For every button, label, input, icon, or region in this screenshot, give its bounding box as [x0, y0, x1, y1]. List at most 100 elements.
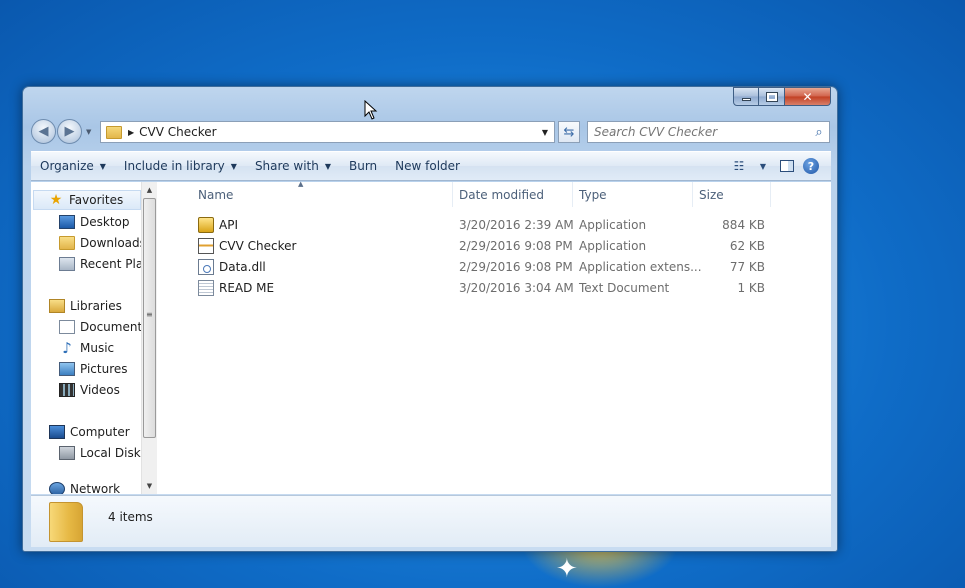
- nav-videos[interactable]: Videos: [59, 380, 120, 400]
- nav-computer[interactable]: Computer: [49, 422, 130, 442]
- nav-music[interactable]: ♪ Music: [59, 338, 114, 358]
- item-count: 4 items: [108, 510, 153, 524]
- nav-pictures-label: Pictures: [80, 362, 128, 376]
- nav-recent-places[interactable]: Recent Plac: [59, 254, 149, 274]
- local-disk-icon: [59, 446, 75, 460]
- minimize-icon: [741, 98, 751, 101]
- close-button[interactable]: ✕: [785, 87, 831, 106]
- share-with-button[interactable]: Share with ▼: [246, 154, 340, 178]
- view-options-dropdown[interactable]: ▼: [751, 155, 775, 177]
- file-name-cell: Data.dll: [198, 256, 266, 277]
- scrollbar-grip-icon: ≡: [146, 310, 153, 319]
- api-icon: [198, 216, 214, 233]
- nav-favorites-label: Favorites: [69, 193, 124, 207]
- navigation-pane-scrollbar[interactable]: ▲ ≡ ▼: [141, 182, 157, 494]
- maximize-icon: [765, 91, 778, 102]
- nav-downloads[interactable]: Downloads: [59, 233, 146, 253]
- share-with-label: Share with: [254, 159, 319, 173]
- computer-icon: [49, 425, 65, 439]
- file-name-cell: API: [198, 214, 238, 235]
- organize-label: Organize: [40, 159, 94, 173]
- nav-documents[interactable]: Documents: [59, 317, 148, 337]
- nav-local-disk[interactable]: Local Disk (: [59, 443, 149, 463]
- search-box[interactable]: ⌕: [587, 121, 830, 143]
- dll-icon: [198, 258, 214, 275]
- table-row[interactable]: API 3/20/2016 2:39 AM Application 884 KB: [158, 214, 765, 235]
- file-type: Application: [579, 238, 647, 253]
- minimize-button[interactable]: [733, 87, 759, 106]
- chevron-down-icon: ▼: [324, 161, 331, 171]
- file-size: 62 KB: [729, 238, 765, 253]
- table-row[interactable]: Data.dll 2/29/2016 9:08 PM Application e…: [158, 256, 765, 277]
- maximize-button[interactable]: [759, 87, 785, 106]
- details-pane: 4 items: [31, 495, 831, 547]
- preview-pane-button[interactable]: [775, 155, 799, 177]
- recent-pages-dropdown[interactable]: ▼: [86, 128, 91, 136]
- file-type: Application: [579, 217, 647, 232]
- nav-local-disk-label: Local Disk (: [80, 446, 149, 460]
- address-bar[interactable]: ▶ CVV Checker ▼: [100, 121, 555, 143]
- nav-pictures[interactable]: Pictures: [59, 359, 128, 379]
- star-icon: ★: [49, 192, 63, 208]
- nav-network[interactable]: Network: [49, 482, 120, 494]
- nav-libraries[interactable]: Libraries: [49, 296, 122, 316]
- search-input[interactable]: [588, 125, 809, 139]
- explorer-window: ✕ ◀ ▶ ▼ ▶ CVV Checker ▼ ⇆ ⌕ Organize ▼ In…: [22, 86, 838, 552]
- scroll-down-icon[interactable]: ▼: [142, 482, 157, 490]
- text-document-icon: [198, 279, 214, 296]
- back-arrow-icon: ◀: [38, 124, 49, 139]
- nav-music-label: Music: [80, 341, 115, 355]
- column-header-size[interactable]: Size: [693, 182, 771, 207]
- new-folder-button[interactable]: New folder: [386, 154, 469, 178]
- scroll-up-icon[interactable]: ▲: [142, 186, 157, 194]
- nav-downloads-label: Downloads: [80, 236, 146, 250]
- file-type: Text Document: [579, 280, 670, 295]
- column-header-name[interactable]: Name: [192, 182, 453, 207]
- back-button[interactable]: ◀: [31, 119, 56, 144]
- nav-favorites[interactable]: ★ Favorites: [33, 190, 141, 210]
- videos-icon: [59, 383, 75, 397]
- burn-button[interactable]: Burn: [340, 154, 386, 178]
- downloads-folder-icon: [59, 236, 75, 250]
- include-in-library-button[interactable]: Include in library ▼: [115, 154, 246, 178]
- navigation-pane: ★ Favorites Desktop Downloads Recent Plac…: [31, 182, 149, 494]
- nav-recent-places-label: Recent Plac: [80, 257, 149, 271]
- organize-button[interactable]: Organize ▼: [31, 154, 115, 178]
- breadcrumb-separator-icon[interactable]: ▶: [128, 128, 134, 137]
- details-view-icon: ☷: [733, 159, 745, 173]
- chevron-down-icon: ▼: [759, 161, 767, 171]
- command-bar: Organize ▼ Include in library ▼ Share with…: [31, 151, 831, 181]
- column-header-date-modified[interactable]: Date modified: [453, 182, 573, 207]
- file-name: CVV Checker: [219, 238, 297, 253]
- change-view-button[interactable]: ☷: [727, 155, 751, 177]
- nav-desktop-label: Desktop: [80, 215, 130, 229]
- file-list: ▲ Name Date modified Type Size API 3/20/…: [158, 180, 831, 494]
- refresh-button[interactable]: ⇆: [558, 121, 580, 143]
- mouse-cursor-icon: [364, 100, 378, 120]
- search-icon[interactable]: ⌕: [809, 125, 829, 140]
- nav-documents-label: Documents: [80, 320, 149, 334]
- nav-videos-label: Videos: [80, 383, 120, 397]
- file-name-cell: CVV Checker: [198, 235, 296, 256]
- folder-icon: [49, 502, 83, 542]
- nav-computer-label: Computer: [70, 425, 130, 439]
- file-size: 884 KB: [722, 217, 765, 232]
- forward-button[interactable]: ▶: [57, 119, 82, 144]
- table-row[interactable]: CVV Checker 2/29/2016 9:08 PM Applicatio…: [158, 235, 765, 256]
- file-size: 77 KB: [729, 259, 765, 274]
- nav-libraries-label: Libraries: [70, 299, 122, 313]
- nav-desktop[interactable]: Desktop: [59, 212, 130, 232]
- include-in-library-label: Include in library: [123, 159, 225, 173]
- nav-network-label: Network: [70, 482, 121, 494]
- file-date: 2/29/2016 9:08 PM: [459, 238, 573, 253]
- address-dropdown-icon[interactable]: ▼: [536, 128, 554, 137]
- column-header-type[interactable]: Type: [573, 182, 693, 207]
- file-date: 3/20/2016 3:04 AM: [459, 280, 574, 295]
- file-date: 3/20/2016 2:39 AM: [459, 217, 574, 232]
- file-type: Application extens...: [579, 259, 702, 274]
- breadcrumb-current[interactable]: CVV Checker: [139, 125, 536, 139]
- file-name-cell: READ ME: [198, 277, 274, 298]
- help-button[interactable]: ?: [799, 155, 823, 177]
- table-row[interactable]: READ ME 3/20/2016 3:04 AM Text Document …: [158, 277, 765, 298]
- content-area: ★ Favorites Desktop Downloads Recent Plac…: [31, 180, 831, 494]
